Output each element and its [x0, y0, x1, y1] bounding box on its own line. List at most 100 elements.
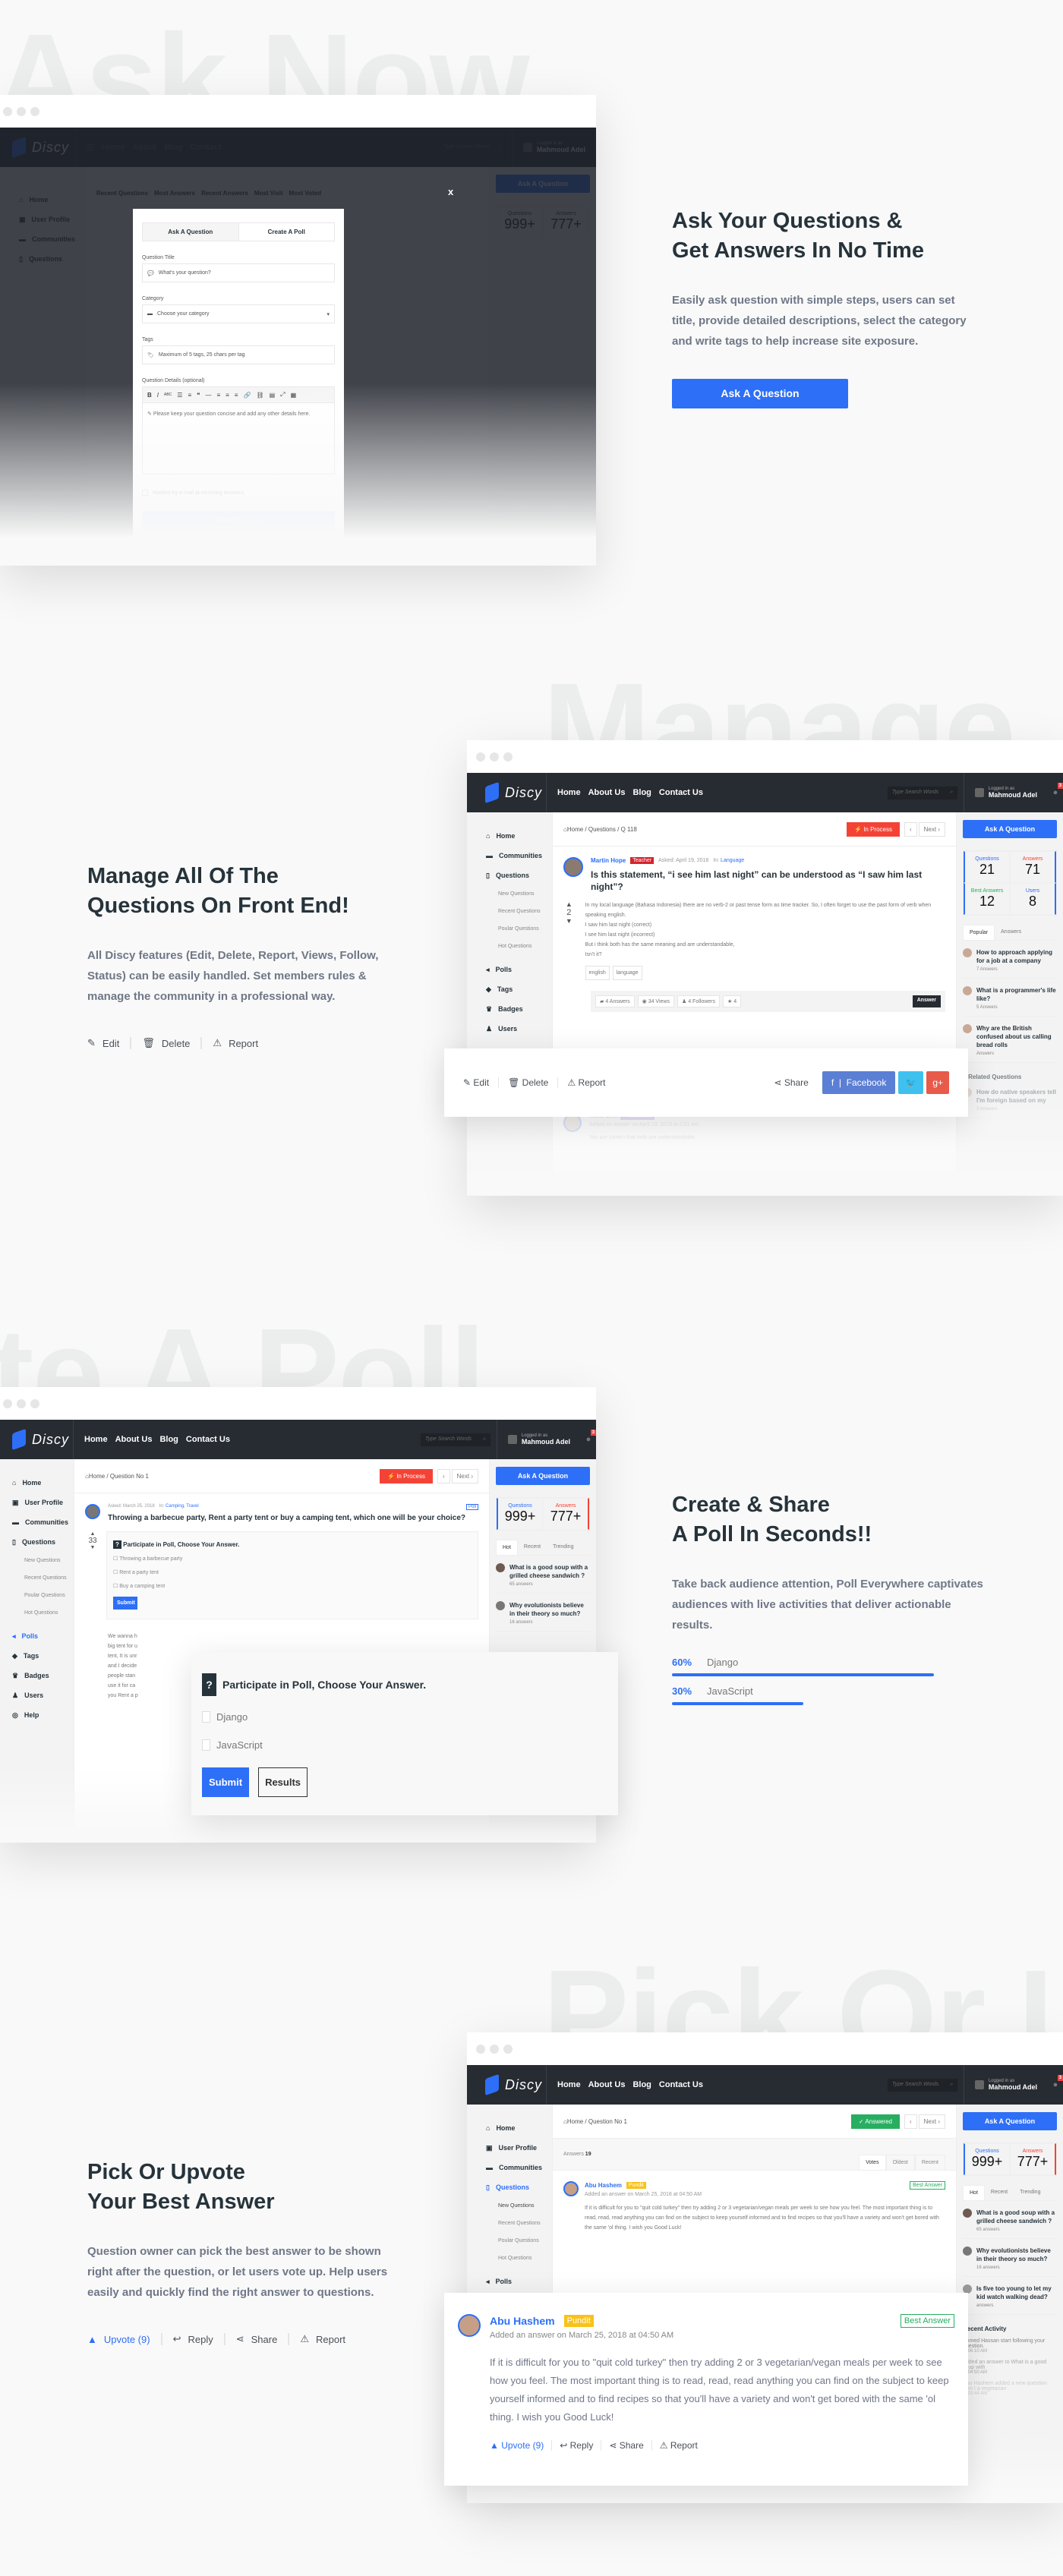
tab-trending[interactable]: Trending	[547, 1540, 579, 1555]
nav-about[interactable]: About Us	[115, 1435, 153, 1444]
reply-action[interactable]: ↩ Reply	[160, 2333, 224, 2345]
twitter-share-button[interactable]: 🐦	[898, 1071, 924, 1094]
share-button[interactable]: ⋖ Share	[774, 1077, 808, 1088]
tab-ask-question[interactable]: Ask A Question	[143, 223, 239, 241]
sidebar-item-tags[interactable]: ◆Tags	[12, 1649, 74, 1663]
nav-blog[interactable]: Blog	[159, 1435, 178, 1444]
edit-button[interactable]: ✎ Edit	[463, 1077, 500, 1088]
sidebar-sub-hot[interactable]: Hot Questions	[12, 1607, 74, 1619]
search-icon[interactable]: ⌕	[950, 2082, 953, 2089]
ask-question-button[interactable]: Ask A Question	[963, 2112, 1057, 2130]
sidebar-item-home[interactable]: ⌂Home	[486, 2121, 552, 2135]
poll-option-django[interactable]: Django	[202, 1711, 607, 1723]
sidebar-item-users[interactable]: ♟ Users	[12, 1688, 74, 1702]
poll-submit-button[interactable]: Submit	[202, 1767, 250, 1797]
logo[interactable]: Discy	[0, 1420, 74, 1459]
sidebar-item-polls[interactable]: ◂ Polls	[486, 2275, 552, 2288]
logo[interactable]: Discy	[467, 773, 547, 812]
google-plus-share-button[interactable]: g+	[926, 1071, 949, 1094]
nav-contact[interactable]: Contact Us	[659, 2080, 703, 2089]
sidebar-item-help[interactable]: ◎ Help	[12, 1708, 74, 1722]
answer-author[interactable]: Abu Hashem	[490, 2315, 555, 2327]
sidebar-item-user-profile[interactable]: ▣User Profile	[12, 1496, 74, 1509]
answer-author[interactable]: Abu Hashem	[585, 2182, 622, 2189]
nav-about[interactable]: About Us	[588, 788, 626, 797]
crumb-home[interactable]: Home	[567, 826, 583, 833]
search-input[interactable]: Type Search Words⌕	[420, 1433, 490, 1446]
report-action[interactable]: ⚠ Report	[200, 1037, 269, 1049]
sidebar-sub-new[interactable]: New Questions	[486, 2200, 552, 2212]
downvote-icon[interactable]: ▼	[87, 1545, 99, 1550]
category-link[interactable]: Language	[721, 858, 744, 863]
tag-chip[interactable]: language	[612, 966, 642, 980]
user-menu[interactable]: Logged in asMahmoud Adel	[963, 2065, 1048, 2105]
category-select[interactable]: ▬ Choose your category ▾	[142, 304, 335, 323]
author-name[interactable]: Martin Hope	[591, 857, 626, 864]
search-input[interactable]: Type Search Words⌕	[887, 2078, 957, 2092]
sidebar-sub-new[interactable]: New Questions	[486, 888, 552, 900]
next-button[interactable]: Next ›	[918, 2114, 945, 2129]
tab-recent[interactable]: Recent	[518, 1540, 547, 1555]
question-title-input[interactable]: 💬 What's your question?	[142, 263, 335, 282]
sidebar-item-polls[interactable]: ◂ Polls	[486, 963, 552, 976]
sidebar-item-questions[interactable]: ▯Questions	[486, 2180, 552, 2194]
checkbox[interactable]	[202, 1711, 210, 1723]
sidebar-sub-recent[interactable]: Recent Questions	[12, 1572, 74, 1584]
poll-option[interactable]: ☐ Rent a party tent	[113, 1569, 472, 1575]
sidebar-sub-hot[interactable]: Hot Questions	[486, 2253, 552, 2264]
tag-chip[interactable]: english	[585, 966, 610, 980]
hot-item[interactable]: Why evolutionists believe in their theor…	[496, 1601, 590, 1632]
reply-button[interactable]: ↩ Reply	[552, 2440, 602, 2451]
sidebar-sub-recent[interactable]: Recent Questions	[486, 2218, 552, 2229]
nav-contact[interactable]: Contact Us	[659, 788, 703, 797]
prev-button[interactable]: ‹	[437, 1468, 450, 1483]
followers-count[interactable]: ♟ 4 Followers	[677, 995, 720, 1007]
facebook-share-button[interactable]: f | Facebook	[822, 1071, 896, 1094]
tab-answers[interactable]: Answers	[995, 925, 1027, 940]
hot-item[interactable]: Why evolutionists believe in their theor…	[963, 2247, 1057, 2277]
sidebar-sub-recent[interactable]: Recent Questions	[486, 906, 552, 917]
nav-blog[interactable]: Blog	[632, 2080, 651, 2089]
sidebar-item-tags[interactable]: ◆Tags	[486, 982, 552, 996]
tab-votes[interactable]: Votes	[859, 2155, 886, 2170]
logo[interactable]: Discy	[467, 2065, 547, 2105]
nav-home[interactable]: Home	[557, 2080, 581, 2089]
tab-popular[interactable]: Popular	[963, 925, 995, 940]
sidebar-item-home[interactable]: ⌂Home	[486, 829, 552, 843]
crumb-questions[interactable]: Questions	[588, 826, 616, 833]
delete-action[interactable]: 🗑 Delete	[130, 1037, 200, 1049]
tab-trending[interactable]: Trending	[1014, 2185, 1046, 2200]
poll-option[interactable]: ☐ Throwing a barbecue party	[113, 1556, 472, 1562]
next-button[interactable]: Next ›	[451, 1468, 478, 1483]
next-button[interactable]: Next ›	[918, 821, 945, 837]
downvote-icon[interactable]: ▼	[562, 917, 576, 925]
notifications-icon[interactable]: ● 3	[1048, 783, 1063, 797]
sidebar-item-home[interactable]: ⌂Home	[12, 1476, 74, 1490]
report-action[interactable]: ⚠ Report	[288, 2333, 356, 2345]
search-icon[interactable]: ⌕	[483, 1436, 486, 1443]
sidebar-item-questions[interactable]: ▯Questions	[12, 1535, 74, 1549]
upvote-action[interactable]: ▲ Upvote (9)	[87, 2334, 161, 2345]
nav-home[interactable]: Home	[557, 788, 581, 797]
hot-item[interactable]: What is a good soup with a grilled chees…	[963, 2209, 1057, 2239]
report-button[interactable]: ⚠ Report	[652, 2440, 705, 2451]
crumb-home[interactable]: Home	[567, 2118, 583, 2125]
poll-option[interactable]: ☐ Buy a camping tent	[113, 1583, 472, 1589]
modal-close-button[interactable]: x	[448, 186, 453, 197]
tab-hot[interactable]: Hot	[963, 2185, 985, 2200]
upvote-icon[interactable]: ▲	[87, 1531, 99, 1537]
poll-results-button[interactable]: Results	[258, 1767, 308, 1797]
edit-action[interactable]: ✎ Edit	[87, 1037, 130, 1049]
tab-create-poll[interactable]: Create A Poll	[239, 223, 335, 241]
sidebar-item-questions[interactable]: ▯Questions	[486, 869, 552, 882]
prev-button[interactable]: ‹	[904, 821, 917, 837]
poll-submit-button[interactable]: Submit	[113, 1597, 137, 1610]
sidebar-sub-popular[interactable]: Poular Questions	[486, 2235, 552, 2247]
tab-recent[interactable]: Recent	[985, 2185, 1014, 2200]
search-icon[interactable]: ⌕	[950, 790, 953, 796]
share-action[interactable]: ⋖ Share	[223, 2333, 289, 2345]
report-button[interactable]: ⚠ Report	[558, 1077, 614, 1088]
tab-oldest[interactable]: Oldest	[885, 2155, 915, 2170]
answer-button[interactable]: Answer	[912, 995, 941, 1007]
ask-question-button[interactable]: Ask A Question	[496, 1467, 590, 1485]
